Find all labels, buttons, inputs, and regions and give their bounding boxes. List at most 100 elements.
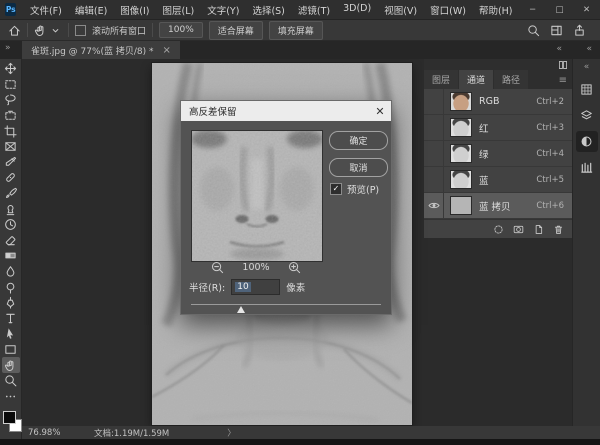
layers-panel-icon[interactable] <box>576 105 598 126</box>
menu-item[interactable]: 选择(S) <box>246 3 291 17</box>
tool-marquee[interactable] <box>2 77 20 93</box>
tool-object-select[interactable] <box>2 108 20 124</box>
channel-row[interactable]: 绿Ctrl+4 <box>424 141 572 167</box>
search-icon[interactable] <box>527 24 540 37</box>
type-icon <box>4 312 17 325</box>
menu-item[interactable]: 帮助(H) <box>472 3 519 17</box>
ok-button[interactable]: 确定 <box>329 131 388 150</box>
panel-collapse-icon[interactable]: « <box>556 44 562 54</box>
channel-thumbnail <box>450 118 472 137</box>
tool-lasso[interactable] <box>2 92 20 108</box>
channel-shortcut: Ctrl+5 <box>536 175 564 185</box>
menu-item[interactable]: 滤镜(T) <box>291 3 336 17</box>
foreground-color-swatch[interactable] <box>3 411 16 424</box>
tab-路径[interactable]: 路径 <box>494 70 528 89</box>
hand-tool-icon[interactable] <box>34 24 47 37</box>
tab-图层[interactable]: 图层 <box>424 70 458 89</box>
visibility-toggle[interactable] <box>424 89 444 114</box>
menu-item[interactable]: 图层(L) <box>156 3 201 17</box>
tool-clone-stamp[interactable] <box>2 201 20 217</box>
preview-option: ✓ 预览(P) <box>330 182 379 196</box>
minimize-button[interactable]: ─ <box>519 5 546 15</box>
zoom-out-icon[interactable] <box>211 261 224 274</box>
tool-history-brush[interactable] <box>2 217 20 233</box>
tool-frame[interactable] <box>2 139 20 155</box>
share-icon[interactable] <box>573 24 586 37</box>
status-arrow-icon[interactable]: 〉 <box>227 427 236 439</box>
tool-move[interactable] <box>2 61 20 77</box>
channel-row[interactable]: RGBCtrl+2 <box>424 89 572 115</box>
panel-menu-icon[interactable]: ≡ <box>559 75 567 86</box>
zoom-in-icon[interactable] <box>288 261 301 274</box>
radius-slider-thumb[interactable] <box>237 306 245 313</box>
tool-gradient[interactable] <box>2 248 20 264</box>
channels-footer <box>424 219 572 238</box>
menu-item[interactable]: 文字(Y) <box>201 3 246 17</box>
visibility-toggle[interactable] <box>424 167 444 192</box>
toolbar-collapse-icon[interactable]: » <box>5 43 11 53</box>
cancel-button[interactable]: 取消 <box>329 158 388 177</box>
color-swatches[interactable] <box>3 411 22 431</box>
libraries-panel-icon[interactable] <box>576 157 598 178</box>
tool-blur[interactable] <box>2 264 20 280</box>
tool-brush[interactable] <box>2 186 20 202</box>
dialog-close-icon[interactable]: ✕ <box>369 105 391 118</box>
channel-row[interactable]: 红Ctrl+3 <box>424 115 572 141</box>
path-select-icon <box>4 327 17 340</box>
tool-zoom[interactable] <box>2 373 20 389</box>
tool-type[interactable] <box>2 311 20 327</box>
radius-input[interactable]: 10 <box>231 279 280 295</box>
filter-preview[interactable] <box>191 130 323 262</box>
blur-icon <box>4 265 17 278</box>
close-button[interactable]: ✕ <box>573 5 600 15</box>
tool-healing-brush[interactable] <box>2 170 20 186</box>
tool-eraser[interactable] <box>2 233 20 249</box>
channel-name: 蓝 拷贝 <box>479 199 511 213</box>
tool-hand[interactable] <box>2 357 20 373</box>
load-selection-icon[interactable] <box>493 224 504 235</box>
maximize-button[interactable]: □ <box>546 5 573 15</box>
tool-pen[interactable] <box>2 295 20 311</box>
chevron-down-icon[interactable] <box>49 24 62 37</box>
color-panel-icon[interactable] <box>576 79 598 100</box>
dock-collapse-icon[interactable]: « <box>584 62 590 74</box>
menu-item[interactable]: 编辑(E) <box>68 3 113 17</box>
new-channel-icon[interactable] <box>533 224 544 235</box>
preview-checkbox[interactable]: ✓ <box>330 183 342 195</box>
document-tab[interactable]: 雀斑.jpg @ 77%(蓝 拷贝/8) * × <box>22 41 180 59</box>
scroll-all-windows-checkbox[interactable] <box>75 25 86 36</box>
channel-thumbnail <box>450 196 472 215</box>
zoom-100-button[interactable]: 100% <box>159 22 203 38</box>
window-controls: ─ □ ✕ <box>519 0 600 19</box>
menu-item[interactable]: 文件(F) <box>23 3 68 17</box>
save-selection-icon[interactable] <box>513 224 524 235</box>
adjustments-panel-icon[interactable] <box>576 131 598 152</box>
home-icon[interactable] <box>8 24 21 37</box>
dialog-title-bar[interactable]: 高反差保留 ✕ <box>181 101 391 121</box>
visibility-toggle[interactable] <box>424 141 444 166</box>
visibility-toggle[interactable] <box>424 115 444 140</box>
menu-item[interactable]: 视图(V) <box>378 3 424 17</box>
tool-path-select[interactable] <box>2 326 20 342</box>
radius-slider-track[interactable] <box>191 304 381 305</box>
tab-close-icon[interactable]: × <box>163 45 171 56</box>
tool-crop[interactable] <box>2 123 20 139</box>
fit-screen-button[interactable]: 适合屏幕 <box>209 21 263 40</box>
fill-screen-button[interactable]: 填充屏幕 <box>269 21 323 40</box>
visibility-toggle[interactable] <box>424 193 444 218</box>
dock-collapse-icon[interactable]: « <box>586 44 592 54</box>
channel-row[interactable]: 蓝Ctrl+5 <box>424 167 572 193</box>
delete-channel-icon[interactable] <box>553 224 564 235</box>
status-zoom-level[interactable]: 76.98% <box>28 428 76 438</box>
channel-row[interactable]: 蓝 拷贝Ctrl+6 <box>424 193 572 219</box>
tab-通道[interactable]: 通道 <box>459 70 493 89</box>
tool-rectangle[interactable] <box>2 342 20 358</box>
tool-eyedropper[interactable] <box>2 155 20 171</box>
divider <box>68 23 69 37</box>
menu-item[interactable]: 图像(I) <box>114 3 156 17</box>
menu-item[interactable]: 窗口(W) <box>424 3 473 17</box>
tool-dodge[interactable] <box>2 279 20 295</box>
workspace-icon[interactable] <box>550 24 563 37</box>
menu-item[interactable]: 3D(D) <box>337 3 378 17</box>
tool-ellipsis[interactable] <box>2 388 20 404</box>
